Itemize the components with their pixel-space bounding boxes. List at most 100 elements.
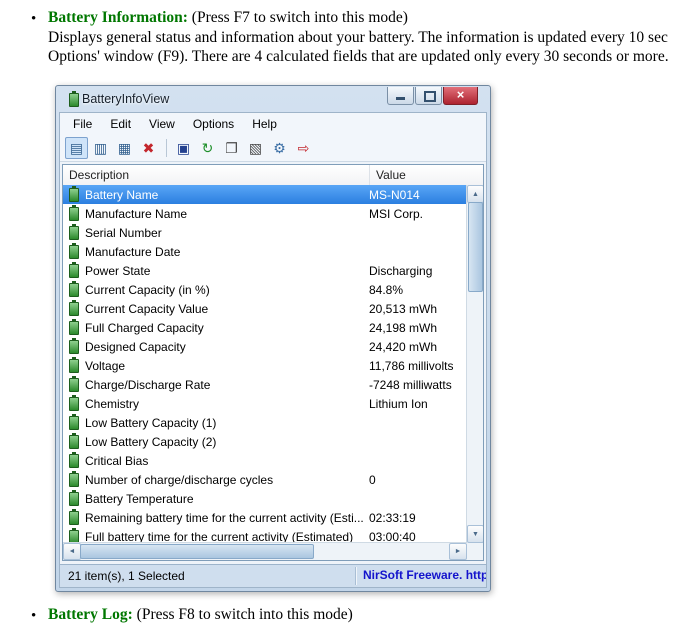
list-item[interactable]: Battery Name MS-N014 xyxy=(63,185,467,204)
menu-edit[interactable]: Edit xyxy=(101,114,140,134)
list-item[interactable]: Low Battery Capacity (1) xyxy=(63,413,467,432)
row-description: Chemistry xyxy=(85,396,140,411)
battery-icon xyxy=(69,356,79,373)
row-description: Voltage xyxy=(85,358,126,373)
row-description: Number of charge/discharge cycles xyxy=(85,472,274,487)
batteryinfoview-window: BatteryInfoView × File Edit View Options… xyxy=(55,85,491,592)
battery-icon xyxy=(69,432,79,449)
list-item[interactable]: Number of charge/discharge cycles 0 xyxy=(63,470,467,489)
row-description: Full battery time for the current activi… xyxy=(85,529,354,544)
battery-log-suffix: (Press F8 to switch into this mode) xyxy=(132,606,353,623)
horizontal-scrollbar[interactable]: ◄ ► xyxy=(63,542,467,560)
menu-file[interactable]: File xyxy=(64,114,101,134)
choose-columns-icon[interactable]: ▦ xyxy=(113,137,136,159)
battery-icon xyxy=(69,261,79,278)
row-description: Battery Temperature xyxy=(85,491,194,506)
vertical-scroll-thumb[interactable] xyxy=(468,202,483,292)
menu-options[interactable]: Options xyxy=(184,114,243,134)
menu-bar: File Edit View Options Help xyxy=(60,113,486,135)
copy-icon[interactable]: ❐ xyxy=(220,137,243,159)
list-item[interactable]: Power State Discharging xyxy=(63,261,467,280)
toolbar: ▤ ▥ ▦ ✖ ▣ ↻ ❐ ▧ ⚙ ⇨ xyxy=(60,135,486,162)
delete-icon[interactable]: ✖ xyxy=(137,137,160,159)
window-title: BatteryInfoView xyxy=(82,92,170,106)
list-item[interactable]: Voltage 11,786 millivolts xyxy=(63,356,467,375)
battery-icon xyxy=(69,413,79,430)
list-item[interactable]: Manufacture Name MSI Corp. xyxy=(63,204,467,223)
battery-information-suffix: (Press F7 to switch into this mode) xyxy=(187,9,408,26)
column-header-value[interactable]: Value xyxy=(370,168,483,182)
battery-icon xyxy=(69,280,79,297)
battery-icon xyxy=(69,299,79,316)
doc-heading-line-2: Battery Log: (Press F8 to switch into th… xyxy=(48,606,353,624)
client-area: File Edit View Options Help ▤ ▥ ▦ ✖ ▣ ↻ … xyxy=(59,112,487,588)
battery-icon xyxy=(69,527,79,543)
list-item[interactable]: Charge/Discharge Rate -7248 milliwatts xyxy=(63,375,467,394)
scroll-left-icon[interactable]: ◄ xyxy=(63,543,81,560)
close-button[interactable]: × xyxy=(443,87,478,105)
row-value: 02:33:19 xyxy=(369,510,416,525)
bullet-marker-2: • xyxy=(31,608,37,624)
battery-information-heading: Battery Information: xyxy=(48,9,188,26)
list-item[interactable]: Low Battery Capacity (2) xyxy=(63,432,467,451)
row-value: 20,513 mWh xyxy=(369,301,438,316)
minimize-button[interactable] xyxy=(387,87,414,105)
row-value: 11,786 millivolts xyxy=(369,358,454,373)
row-description: Designed Capacity xyxy=(85,339,186,354)
battery-icon xyxy=(69,242,79,259)
battery-icon xyxy=(69,337,79,354)
row-value: 24,198 mWh xyxy=(369,320,438,335)
scroll-down-icon[interactable]: ▼ xyxy=(467,525,483,543)
list-item[interactable]: Chemistry Lithium Ion xyxy=(63,394,467,413)
row-value: 0 xyxy=(369,472,376,487)
paste-icon[interactable]: ▧ xyxy=(244,137,267,159)
row-description: Manufacture Name xyxy=(85,206,188,221)
row-value: MS-N014 xyxy=(369,187,420,202)
list-item[interactable]: Full battery time for the current activi… xyxy=(63,527,467,543)
row-description: Battery Name xyxy=(85,187,159,202)
scroll-right-icon[interactable]: ► xyxy=(449,543,467,560)
battery-list-view: Description Value Battery Name MS-N014 M… xyxy=(62,164,484,561)
list-item[interactable]: Current Capacity Value 20,513 mWh xyxy=(63,299,467,318)
row-description: Serial Number xyxy=(85,225,162,240)
scroll-up-icon[interactable]: ▲ xyxy=(467,185,483,203)
row-description: Low Battery Capacity (2) xyxy=(85,434,217,449)
row-description: Manufacture Date xyxy=(85,244,181,259)
list-item[interactable]: Current Capacity (in %) 84.8% xyxy=(63,280,467,299)
list-item[interactable]: Battery Temperature xyxy=(63,489,467,508)
battery-icon xyxy=(69,451,79,468)
battery-icon xyxy=(69,470,79,487)
bullet-marker: • xyxy=(31,11,37,27)
row-description: Current Capacity Value xyxy=(85,301,209,316)
list-item[interactable]: Manufacture Date xyxy=(63,242,467,261)
list-item[interactable]: Full Charged Capacity 24,198 mWh xyxy=(63,318,467,337)
list-item[interactable]: Critical Bias xyxy=(63,451,467,470)
battery-icon xyxy=(69,185,79,202)
battery-icon xyxy=(69,375,79,392)
list-item[interactable]: Serial Number xyxy=(63,223,467,242)
properties-icon[interactable]: ⚙ xyxy=(268,137,291,159)
exit-icon[interactable]: ⇨ xyxy=(292,137,315,159)
scrollbar-corner xyxy=(467,543,483,560)
battery-icon xyxy=(69,204,79,221)
battery-icon xyxy=(69,223,79,240)
maximize-button[interactable] xyxy=(415,87,442,105)
save-report-icon[interactable]: ▣ xyxy=(172,137,195,159)
title-bar[interactable]: BatteryInfoView × xyxy=(56,86,490,112)
doc-heading-line: Battery Information: (Press F7 to switch… xyxy=(48,9,408,27)
column-header-description[interactable]: Description xyxy=(63,165,370,185)
item-view-icon[interactable]: ▥ xyxy=(89,137,112,159)
menu-view[interactable]: View xyxy=(140,114,184,134)
list-item[interactable]: Designed Capacity 24,420 mWh xyxy=(63,337,467,356)
list-header: Description Value xyxy=(63,165,483,186)
row-description: Critical Bias xyxy=(85,453,149,468)
menu-help[interactable]: Help xyxy=(243,114,286,134)
vertical-scrollbar[interactable]: ▲ ▼ xyxy=(466,185,483,543)
horizontal-scroll-thumb[interactable] xyxy=(80,544,314,559)
list-item[interactable]: Remaining battery time for the current a… xyxy=(63,508,467,527)
nirsoft-freeware-link[interactable]: NirSoft Freeware. http xyxy=(363,568,486,582)
list-body: Battery Name MS-N014 Manufacture Name MS… xyxy=(63,185,467,543)
report-view-icon[interactable]: ▤ xyxy=(65,137,88,159)
row-description: Full Charged Capacity xyxy=(85,320,204,335)
refresh-icon[interactable]: ↻ xyxy=(196,137,219,159)
